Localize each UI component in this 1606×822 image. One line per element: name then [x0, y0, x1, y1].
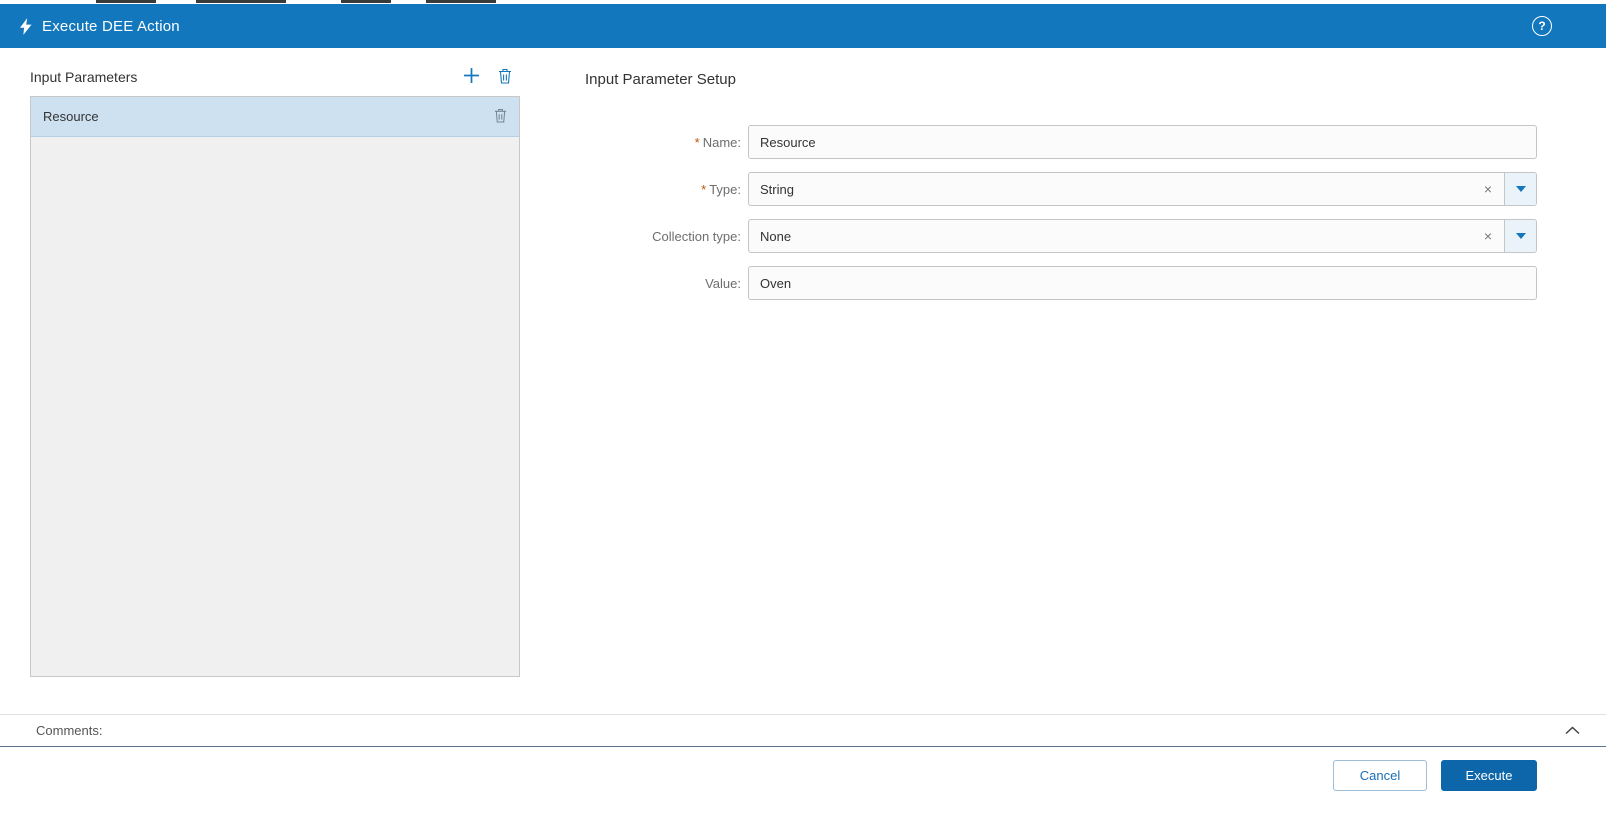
value-input[interactable] — [748, 266, 1537, 300]
value-control — [748, 266, 1537, 300]
value-row: Value: — [585, 266, 1537, 300]
type-control: × — [748, 172, 1537, 206]
required-marker: * — [701, 181, 707, 197]
dialog-title: Execute DEE Action — [42, 17, 180, 35]
list-item-resource[interactable]: Resource — [31, 97, 519, 137]
type-input[interactable] — [749, 173, 1478, 205]
name-label: * Name: — [694, 134, 741, 150]
type-row: *Type: × — [585, 172, 1537, 206]
parameter-list: Resource — [30, 96, 520, 677]
collection-type-combobox: × — [748, 219, 1537, 253]
trash-icon — [494, 108, 507, 126]
input-parameter-setup-panel: Input Parameter Setup *Name: *Type: × — [585, 60, 1537, 313]
parameter-name: Resource — [43, 109, 99, 124]
collection-type-dropdown-button[interactable] — [1504, 220, 1536, 252]
type-dropdown-button[interactable] — [1504, 173, 1536, 205]
input-parameters-panel: Input Parameters Resource — [30, 58, 520, 677]
value-label: Value: — [705, 275, 741, 291]
execute-button[interactable]: Execute — [1441, 760, 1537, 791]
row-delete-button[interactable] — [494, 108, 507, 126]
dialog-header: Execute DEE Action ? — [0, 4, 1606, 48]
collection-type-label: Collection type: — [652, 228, 741, 244]
chevron-down-icon — [1515, 233, 1526, 239]
type-combobox: × — [748, 172, 1537, 206]
toolbar-icons — [463, 67, 520, 87]
plus-icon — [463, 67, 480, 87]
trash-icon — [498, 68, 512, 87]
lightning-icon — [20, 17, 32, 35]
clear-icon[interactable]: × — [1478, 229, 1504, 243]
name-control — [748, 125, 1537, 159]
clear-icon[interactable]: × — [1478, 182, 1504, 196]
chevron-down-icon — [1515, 186, 1526, 192]
input-parameters-title: Input Parameters — [30, 69, 138, 85]
type-label: * Type: — [701, 181, 741, 197]
collection-type-row: Collection type: × — [585, 219, 1537, 253]
add-parameter-button[interactable] — [463, 67, 480, 87]
delete-parameter-button[interactable] — [498, 68, 512, 87]
setup-panel-title: Input Parameter Setup — [585, 71, 736, 88]
execute-dee-action-dialog: Execute DEE Action ? Input Parameters Re… — [0, 0, 1606, 822]
cancel-button[interactable]: Cancel — [1333, 760, 1427, 791]
collection-type-control: × — [748, 219, 1537, 253]
comments-label: Comments: — [36, 723, 103, 738]
parameter-form: *Name: *Type: × — [585, 125, 1537, 300]
input-parameters-toolbar: Input Parameters — [30, 58, 520, 96]
collapse-comments-button[interactable] — [1565, 723, 1580, 738]
name-input[interactable] — [748, 125, 1537, 159]
comments-bar: Comments: — [0, 714, 1606, 747]
dialog-footer: Cancel Execute — [0, 748, 1606, 822]
name-row: * Name: — [585, 125, 1537, 159]
chevron-up-icon — [1565, 723, 1580, 738]
collection-type-input[interactable] — [749, 220, 1478, 252]
required-marker: * — [694, 134, 700, 150]
help-icon[interactable]: ? — [1532, 16, 1552, 36]
